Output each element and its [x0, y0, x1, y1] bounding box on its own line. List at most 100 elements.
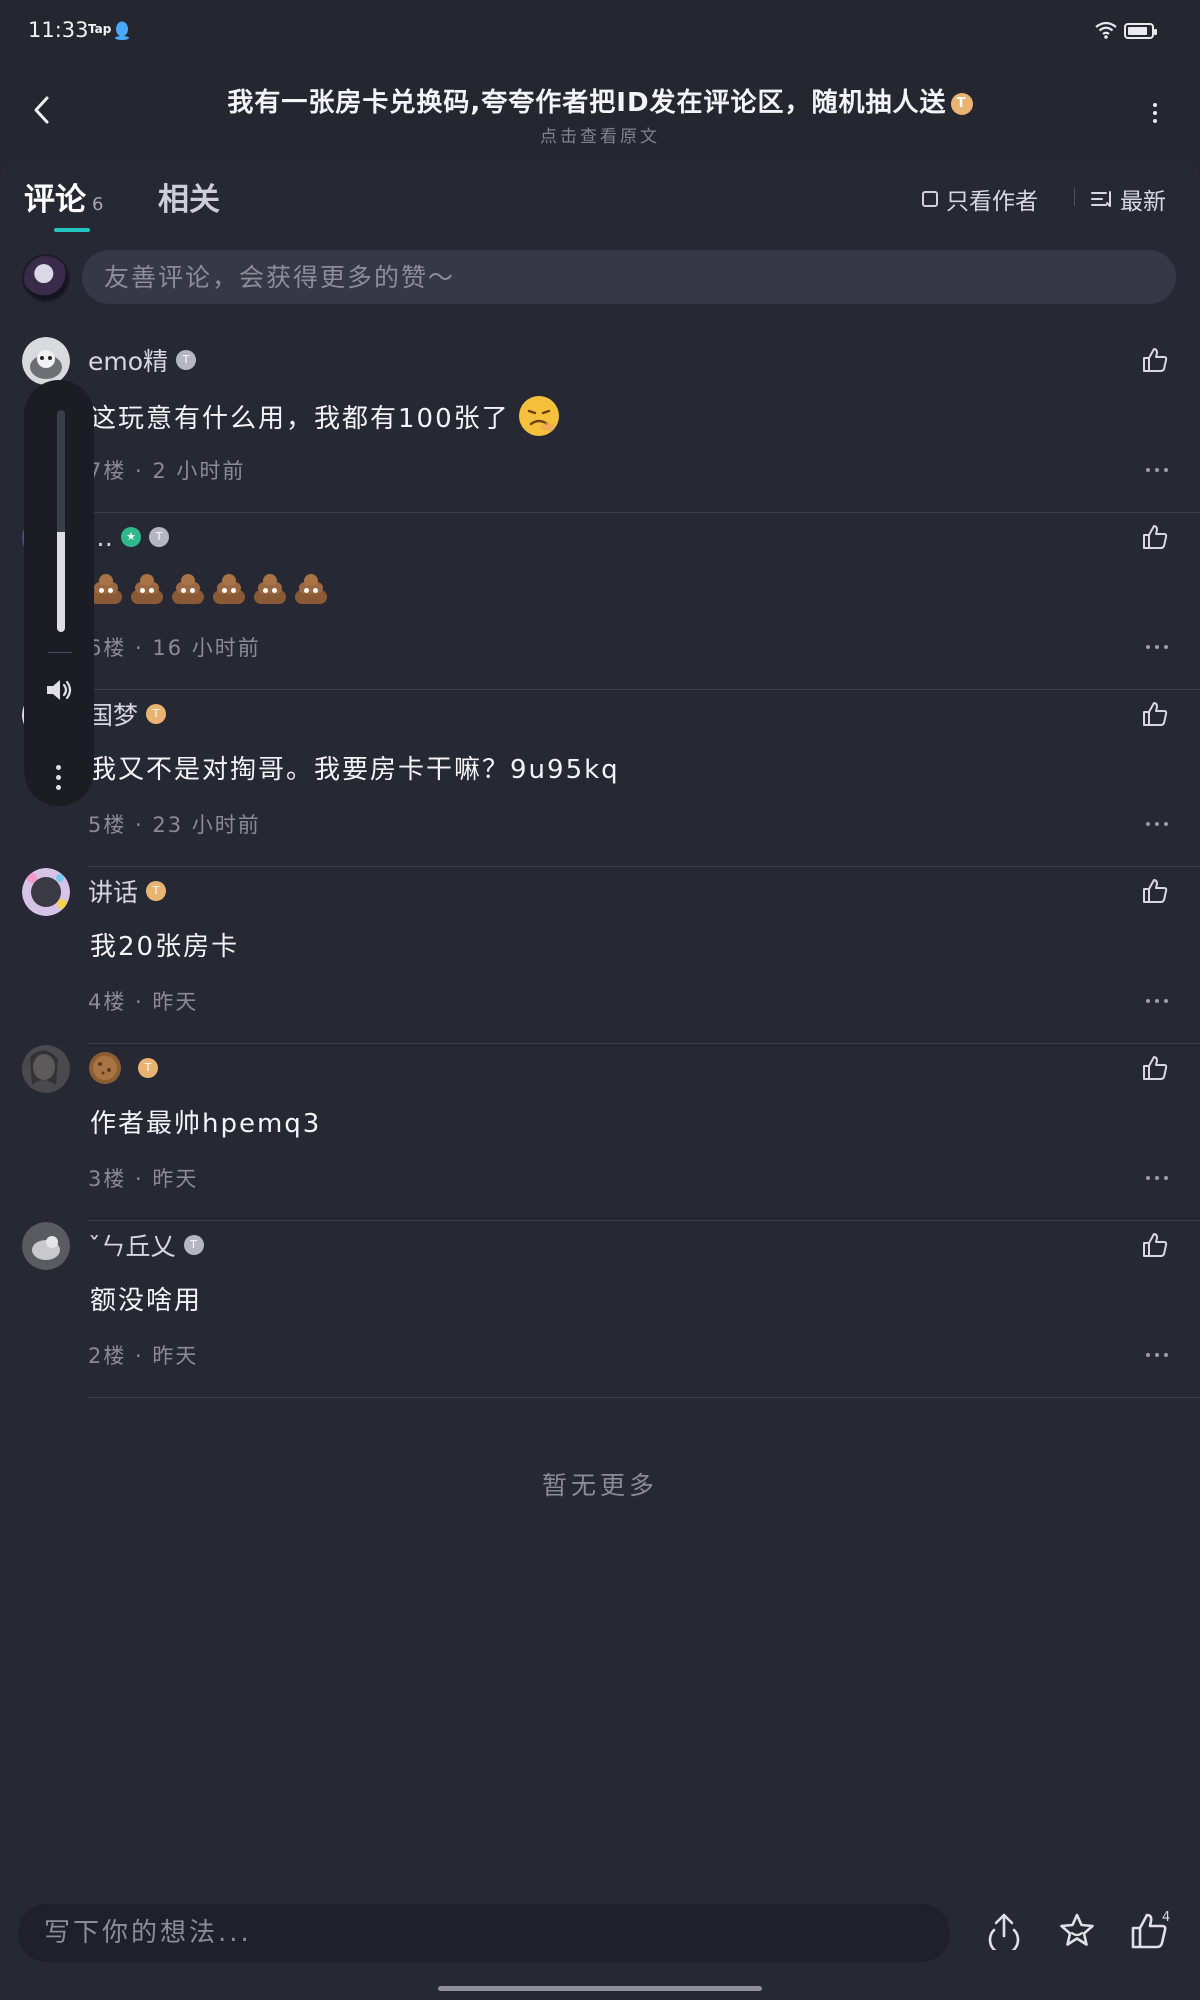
divider: [88, 512, 1200, 513]
comment-item: emo精 T 这玩意有什么用，我都有100张了 7楼 · 2 小时前: [0, 337, 1200, 514]
comment-content: 我20张房卡: [90, 926, 239, 963]
comment-input[interactable]: [82, 250, 1176, 304]
back-arrow-icon: [34, 96, 49, 124]
volume-level: [57, 532, 65, 632]
post-title: 我有一张房卡兑换码,夸夸作者把ID发在评论区，随机抽人送: [227, 88, 947, 118]
comment-meta: 7楼 · 2 小时前: [88, 459, 246, 483]
user-name: emo精: [88, 347, 169, 376]
volume-slider[interactable]: [57, 410, 65, 632]
pile-of-poo-emoji: [131, 572, 163, 604]
author-only-checkbox[interactable]: [922, 191, 938, 207]
divider: [1074, 188, 1075, 206]
user-name-row[interactable]: 讲话 T: [88, 874, 167, 908]
avatar[interactable]: [22, 1222, 70, 1270]
like-count: 4: [1162, 1910, 1171, 1925]
comments-panel: 评论 6 相关 只看作者 最新 emo精 T: [0, 160, 1200, 2000]
like-icon[interactable]: [1140, 699, 1170, 729]
like-icon[interactable]: [1140, 1230, 1170, 1260]
share-icon[interactable]: [984, 1910, 1024, 1950]
view-original-link[interactable]: 点击查看原文: [0, 122, 1200, 147]
divider: [48, 652, 72, 653]
title-badge: T: [950, 92, 973, 115]
like-icon[interactable]: [1140, 1053, 1170, 1083]
comment-content: 作者最帅hpemq3: [90, 1103, 321, 1140]
comment-meta: 6楼 · 16 小时前: [88, 636, 261, 660]
level-badge: T: [183, 1235, 204, 1255]
comment-more-button[interactable]: [1146, 819, 1168, 829]
speaker-icon[interactable]: [44, 676, 76, 704]
comment-more-button[interactable]: [1146, 642, 1168, 652]
tap-app-label: Tap: [88, 22, 112, 36]
more-options-button[interactable]: [1140, 98, 1170, 128]
comment-item: 讲话 T 我20张房卡 4楼 · 昨天: [0, 868, 1200, 1045]
user-name-row[interactable]: 国梦 T: [88, 697, 167, 731]
comment-text: 作者最帅hpemq3: [90, 1109, 322, 1139]
verified-badge: ★: [121, 527, 141, 547]
post-title-link[interactable]: 我有一张房卡兑换码,夸夸作者把ID发在评论区，随机抽人送 T: [150, 82, 1050, 119]
comment-more-button[interactable]: [1146, 465, 1168, 475]
comment-text: 额没啥用: [90, 1286, 203, 1316]
divider: [88, 1397, 1200, 1398]
tab-comments[interactable]: 评论 6: [24, 174, 103, 219]
comment-item: … ★ T 6楼 · 16 小时前: [0, 514, 1200, 691]
comment-more-button[interactable]: [1146, 1173, 1168, 1183]
avatar[interactable]: [22, 1045, 70, 1093]
status-time: 11:33: [28, 18, 89, 42]
wifi-icon: [1095, 21, 1117, 39]
volume-more-button[interactable]: [56, 765, 61, 790]
home-indicator[interactable]: [438, 1986, 762, 1991]
pile-of-poo-emoji: [213, 572, 245, 604]
user-name-row[interactable]: emo精 T: [88, 343, 197, 377]
comment-meta: 5楼 · 23 小时前: [88, 813, 261, 837]
my-avatar[interactable]: [22, 254, 70, 302]
reply-input[interactable]: [18, 1904, 950, 1962]
comment-text: 我20张房卡: [90, 932, 240, 962]
comment-content: 我又不是对掏哥。我要房卡干嘛？9u95kq: [90, 749, 620, 786]
comment-item: ˇㄣ丘乂 T 额没啥用 2楼 · 昨天: [0, 1222, 1200, 1399]
user-name-row[interactable]: ˇㄣ丘乂 T: [88, 1228, 204, 1262]
status-bar: 11:33 Tap: [0, 0, 1200, 64]
like-icon[interactable]: [1140, 345, 1170, 375]
level-badge: T: [149, 527, 169, 547]
user-name-row[interactable]: T: [88, 1051, 158, 1085]
comment-more-button[interactable]: [1146, 996, 1168, 1006]
user-name: 国梦: [88, 701, 139, 730]
divider: [88, 866, 1200, 867]
user-name-row[interactable]: … ★ T: [88, 520, 169, 554]
user-name: ˇㄣ丘乂: [88, 1232, 176, 1261]
pile-of-poo-emoji: [295, 572, 327, 604]
battery-icon: [1124, 23, 1157, 39]
comment-meta: 3楼 · 昨天: [88, 1167, 199, 1191]
sort-icon: [1091, 191, 1111, 207]
comment-meta: 4楼 · 昨天: [88, 990, 199, 1014]
comment-meta: 2楼 · 昨天: [88, 1344, 199, 1368]
comment-item: 国梦 T 我又不是对掏哥。我要房卡干嘛？9u95kq 5楼 · 23 小时前: [0, 691, 1200, 868]
comment-item: T 作者最帅hpemq3 3楼 · 昨天: [0, 1045, 1200, 1222]
sort-label: 最新: [1120, 189, 1166, 215]
avatar[interactable]: [22, 868, 70, 916]
author-only-toggle[interactable]: 只看作者: [922, 182, 1038, 216]
tab-comments-label: 评论: [24, 182, 86, 218]
favorite-star-icon[interactable]: [1056, 1910, 1098, 1952]
bottom-bar: [0, 1894, 1200, 1974]
comment-content: 这玩意有什么用，我都有100张了: [90, 395, 560, 437]
persevering-face-emoji: [518, 396, 559, 436]
comment-content: 额没啥用: [90, 1280, 202, 1317]
like-icon[interactable]: [1140, 522, 1170, 552]
post-header: 我有一张房卡兑换码,夸夸作者把ID发在评论区，随机抽人送 T 点击查看原文: [0, 64, 1200, 160]
pile-of-poo-emoji: [172, 572, 204, 604]
avatar[interactable]: [22, 337, 70, 385]
qq-icon: [115, 21, 129, 40]
sort-button[interactable]: 最新: [1090, 182, 1166, 216]
like-icon[interactable]: [1140, 876, 1170, 906]
comment-text: 我又不是对掏哥。我要房卡干嘛？9u95kq: [90, 755, 620, 785]
level-badge: T: [146, 881, 167, 901]
level-badge: T: [146, 704, 167, 724]
tabs-row: 评论 6 相关 只看作者 最新: [0, 160, 1200, 232]
comment-content: [90, 572, 336, 604]
comment-more-button[interactable]: [1146, 1350, 1168, 1360]
divider: [88, 1043, 1200, 1044]
tab-related[interactable]: 相关: [158, 174, 220, 219]
comment-text: 这玩意有什么用，我都有100张了: [90, 403, 510, 434]
user-name: 讲话: [88, 878, 139, 907]
